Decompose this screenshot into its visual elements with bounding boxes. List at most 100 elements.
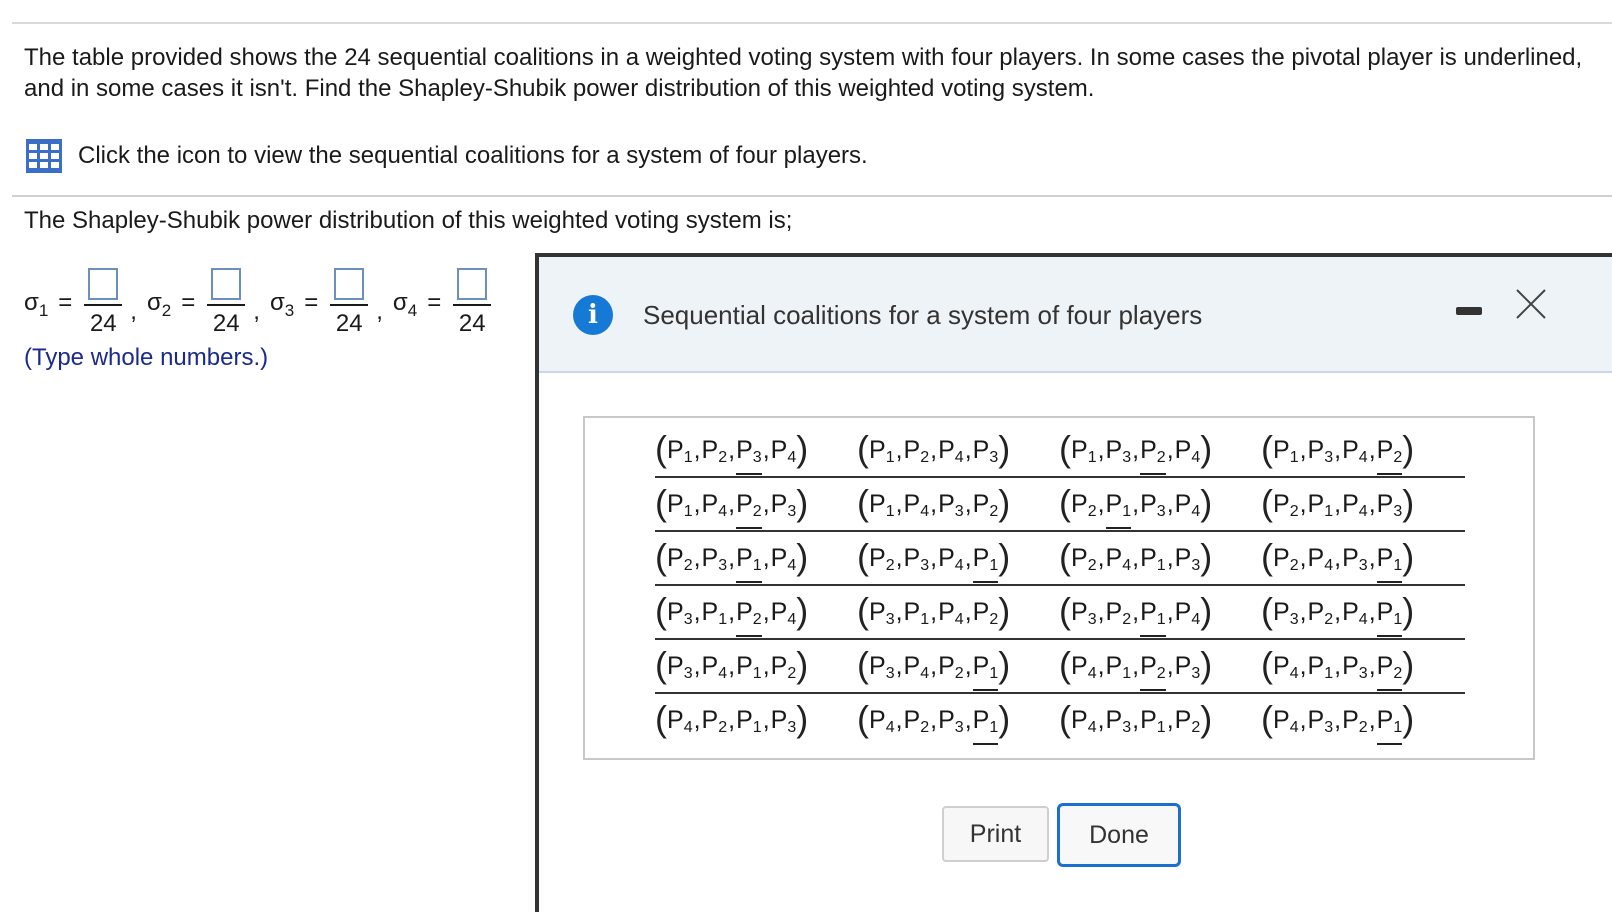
player: P3 — [1105, 705, 1132, 736]
player: P1 — [667, 435, 693, 466]
player: P1 — [903, 597, 930, 628]
answer-hint: (Type whole numbers.) — [24, 344, 269, 371]
comma-separator: , — [1299, 651, 1307, 680]
comma-separator: , — [1097, 543, 1105, 572]
comma-separator: , — [1097, 651, 1105, 680]
player: P3 — [972, 435, 999, 466]
info-icon: i — [573, 295, 613, 335]
right-angle-bracket: ) — [796, 428, 809, 469]
coalition-row: (P4, P2, P1, P3)(P4, P2, P3, P1)(P4, P3, P1, P2)(… — [655, 694, 1465, 746]
player: P4 — [1174, 489, 1201, 520]
player: P1 — [667, 489, 693, 520]
table-grid-icon[interactable] — [26, 139, 62, 173]
left-angle-bracket: ( — [1059, 590, 1071, 631]
player: P4 — [1307, 543, 1334, 574]
player: P2 — [701, 705, 728, 736]
player: P2 — [869, 543, 895, 574]
sigma-symbol: σ — [24, 289, 39, 316]
equals-sign: = — [58, 289, 73, 316]
player: P1 — [1307, 651, 1334, 682]
close-icon[interactable] — [1514, 287, 1548, 321]
player: P3 — [1307, 705, 1334, 736]
popup-header: i Sequential coalitions for a system of … — [539, 257, 1612, 373]
right-angle-bracket: ) — [1200, 590, 1213, 631]
comma-separator: , — [895, 705, 903, 734]
comma-separator: , — [964, 435, 972, 464]
sigma-subscript: 1 — [38, 301, 49, 320]
player: P3 — [1174, 543, 1201, 574]
comma-separator: , — [762, 435, 770, 464]
numerator-input-3[interactable] — [334, 268, 365, 300]
comma-separator: , — [1166, 597, 1174, 626]
comma-separator: , — [1299, 597, 1307, 626]
comma-separator: , — [1132, 597, 1140, 626]
right-angle-bracket: ) — [998, 428, 1011, 469]
numerator-input-2[interactable] — [211, 268, 242, 300]
left-angle-bracket: ( — [857, 644, 869, 685]
coalition-cell: (P3, P2, P1, P4) — [1059, 590, 1261, 637]
comma-separator: , — [1334, 597, 1342, 626]
coalitions-table-frame: (P1, P2, P3, P4)(P1, P2, P4, P3)(P1, P3, P2, P4)(… — [583, 416, 1535, 760]
player: P1 — [1140, 705, 1166, 736]
right-angle-bracket: ) — [796, 590, 809, 631]
pivotal-player: P1 — [1376, 543, 1403, 583]
comma: , — [376, 298, 383, 325]
right-angle-bracket: ) — [796, 536, 809, 577]
comma-separator: , — [1299, 705, 1307, 734]
pivotal-player: P1 — [1105, 489, 1132, 529]
player: P4 — [1071, 651, 1097, 682]
comma-separator: , — [930, 705, 938, 734]
top-divider — [12, 22, 1612, 24]
view-coalitions-label[interactable]: Click the icon to view the sequential co… — [78, 142, 868, 170]
coalition-cell: (P3, P1, P2, P4) — [655, 590, 857, 637]
player: P1 — [736, 651, 762, 682]
player: P2 — [1105, 597, 1132, 628]
print-button[interactable]: Print — [942, 806, 1049, 862]
right-angle-bracket: ) — [1200, 428, 1213, 469]
player: P1 — [869, 489, 895, 520]
sigma-subscript: 4 — [407, 301, 418, 320]
player: P3 — [938, 489, 964, 520]
numerator-input-4[interactable] — [457, 268, 488, 300]
coalition-cell: (P1, P4, P2, P3) — [655, 482, 857, 529]
right-angle-bracket: ) — [1402, 698, 1415, 739]
fraction-2: 24 — [207, 268, 246, 338]
sigma-symbol: σ — [146, 289, 162, 316]
player: P3 — [1273, 597, 1299, 628]
player: P3 — [667, 651, 693, 682]
coalition-cell: (P1, P3, P2, P4) — [1059, 428, 1261, 475]
comma-separator: , — [1132, 489, 1140, 518]
right-angle-bracket: ) — [1200, 536, 1213, 577]
done-button[interactable]: Done — [1057, 803, 1181, 867]
comma-separator: , — [930, 435, 938, 464]
player: P4 — [1174, 435, 1201, 466]
player: P4 — [1342, 489, 1368, 520]
comma-separator: , — [1334, 705, 1342, 734]
comma-separator: , — [1097, 435, 1105, 464]
right-angle-bracket: ) — [796, 644, 809, 685]
popup-title: Sequential coalitions for a system of fo… — [643, 300, 1203, 330]
comma-separator: , — [895, 435, 903, 464]
coalition-cell: (P1, P2, P4, P3) — [857, 428, 1059, 471]
player: P2 — [1342, 705, 1368, 736]
player: P4 — [667, 705, 693, 736]
comma: , — [253, 298, 260, 325]
numerator-input-1[interactable] — [88, 268, 119, 300]
comma-separator: , — [1132, 705, 1140, 734]
player: P2 — [667, 543, 693, 574]
fraction-4: 24 — [453, 268, 492, 338]
comma-separator: , — [693, 543, 701, 572]
coalition-cell: (P3, P4, P2, P1) — [857, 644, 1059, 691]
left-angle-bracket: ( — [857, 482, 869, 523]
comma-separator: , — [1132, 543, 1140, 572]
minimize-icon[interactable] — [1456, 305, 1484, 317]
left-angle-bracket: ( — [655, 644, 667, 685]
coalition-row: (P1, P2, P3, P4)(P1, P2, P4, P3)(P1, P3, P2, P4)(… — [655, 424, 1465, 478]
comma-separator: , — [895, 543, 903, 572]
player: P1 — [869, 435, 895, 466]
comma-separator: , — [1166, 543, 1174, 572]
pivotal-player: P2 — [736, 489, 762, 529]
comma-separator: , — [728, 489, 736, 518]
player: P4 — [903, 651, 930, 682]
player: P4 — [903, 489, 930, 520]
